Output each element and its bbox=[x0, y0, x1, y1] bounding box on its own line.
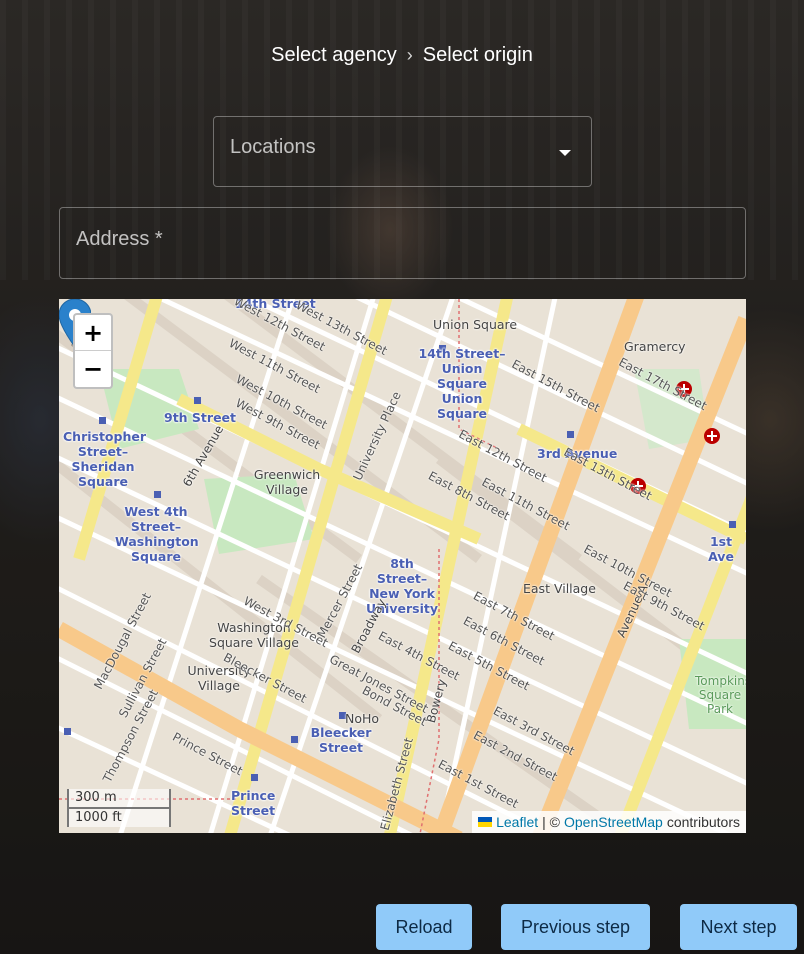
address-input-label: Address * bbox=[76, 227, 163, 250]
address-input[interactable]: Address * bbox=[59, 207, 746, 279]
zoom-control: + − bbox=[73, 313, 113, 389]
scale-imperial: 1000 ft bbox=[67, 807, 171, 827]
map-label-9th-street: 9th Street bbox=[164, 410, 236, 425]
map-label-14th-street-union-square: 14th Street–Union Square Union Square bbox=[418, 346, 506, 421]
breadcrumb-step-origin: Select origin bbox=[422, 44, 533, 66]
chevron-right-icon: › bbox=[406, 45, 413, 65]
breadcrumb-step-agency[interactable]: Select agency bbox=[271, 44, 397, 67]
map-label-1st-ave: 1st Ave bbox=[708, 534, 734, 564]
attribution-separator: | © bbox=[542, 814, 560, 830]
map[interactable]: 14th Street Union Square Gramercy 14th S… bbox=[59, 299, 746, 833]
zoom-in-button[interactable]: + bbox=[75, 315, 111, 351]
zoom-out-button[interactable]: − bbox=[75, 351, 111, 387]
map-scale: 300 m 1000 ft bbox=[67, 789, 171, 827]
map-label-noho: NoHo bbox=[345, 711, 380, 726]
map-label-gramercy: Gramercy bbox=[624, 339, 686, 354]
locations-select[interactable]: Locations bbox=[213, 116, 592, 187]
map-label-christopher-street: Christopher Street–Sheridan Square bbox=[63, 429, 147, 489]
map-label-prince-street: Prince Street bbox=[231, 788, 276, 818]
map-label-tompkins-square-park: Tompkins Square Park bbox=[695, 674, 746, 716]
map-label-bleecker-street: Bleecker Street bbox=[310, 725, 372, 755]
leaflet-link[interactable]: Leaflet bbox=[496, 814, 538, 830]
previous-step-button[interactable]: Previous step bbox=[501, 904, 650, 950]
openstreetmap-link[interactable]: OpenStreetMap bbox=[564, 814, 663, 830]
scale-metric: 300 m bbox=[67, 789, 171, 809]
next-step-button[interactable]: Next step bbox=[680, 904, 797, 950]
map-label-union-square: Union Square bbox=[433, 317, 518, 332]
dropdown-arrow-icon bbox=[559, 150, 571, 156]
ukraine-flag-icon bbox=[478, 817, 493, 827]
map-label-east-village: East Village bbox=[523, 581, 596, 596]
breadcrumb: Select agency › Select origin bbox=[0, 44, 804, 67]
map-attribution: Leaflet | © OpenStreetMap contributors bbox=[472, 811, 746, 833]
map-label-west-4th-street: West 4th Street–Washington Square bbox=[115, 504, 199, 564]
attribution-suffix: contributors bbox=[666, 814, 740, 830]
locations-select-label: Locations bbox=[230, 136, 316, 158]
reload-button[interactable]: Reload bbox=[376, 904, 472, 950]
map-label-greenwich-village: Greenwich Village bbox=[253, 467, 321, 497]
